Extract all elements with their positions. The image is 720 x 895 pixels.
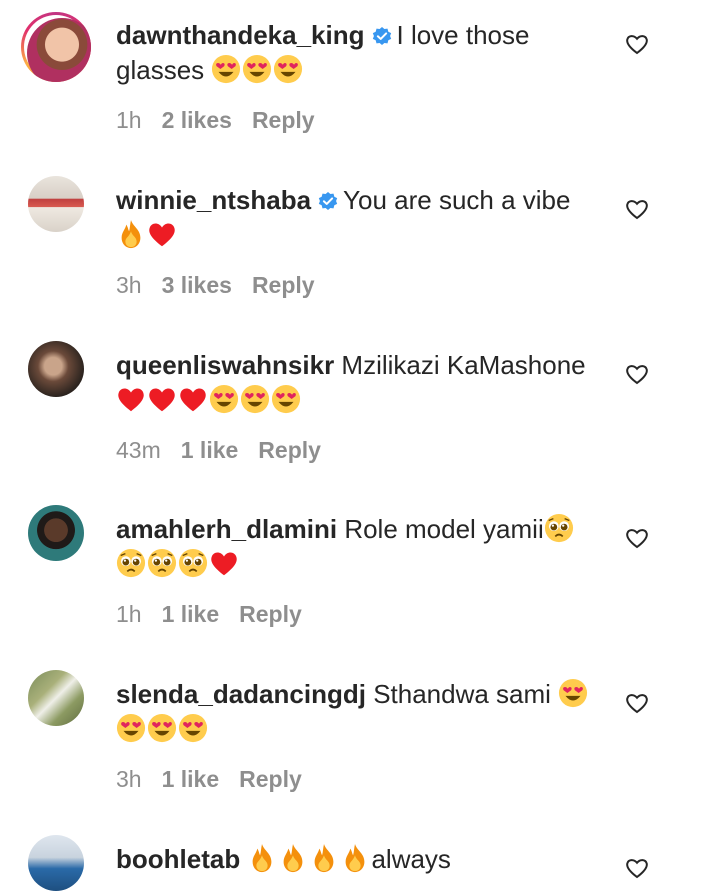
fire-emoji-icon — [247, 843, 277, 873]
comment-likes-count[interactable]: 2 likes — [162, 107, 232, 133]
like-heart-icon[interactable] — [625, 363, 649, 385]
avatar[interactable] — [28, 505, 84, 561]
comment-list: dawnthandeka_king I love those glasses 1h… — [0, 0, 720, 895]
comment-item: winnie_ntshaba You are such a vibe 3h 3 li… — [0, 165, 720, 329]
heart-eyes-emoji-icon — [116, 713, 146, 743]
comment-item: queenliswahnsikr Mzilikazi KaMashone 43m… — [0, 330, 720, 494]
comment-time: 3h — [116, 272, 142, 298]
heart-eyes-emoji-icon — [558, 678, 588, 708]
comment-body: boohletab always — [116, 842, 606, 877]
comment-text: always — [371, 844, 451, 874]
comment-username[interactable]: queenliswahnsikr — [116, 350, 334, 380]
red-heart-emoji-icon — [116, 384, 146, 414]
comment-meta: 3h 1 like Reply — [116, 766, 302, 793]
like-heart-icon[interactable] — [625, 692, 649, 714]
comment-time: 1h — [116, 107, 142, 133]
like-heart-icon[interactable] — [625, 527, 649, 549]
red-heart-emoji-icon — [178, 384, 208, 414]
avatar[interactable] — [28, 835, 84, 891]
comment-time: 3h — [116, 766, 142, 792]
heart-eyes-emoji-icon — [273, 54, 303, 84]
fire-emoji-icon — [340, 843, 370, 873]
comment-body: amahlerh_dlamini Role model yamii — [116, 512, 606, 582]
red-heart-emoji-icon — [147, 384, 177, 414]
reply-button[interactable]: Reply — [252, 272, 315, 298]
comment-text: Mzilikazi KaMashone — [341, 350, 586, 380]
comment-item: dawnthandeka_king I love those glasses 1h… — [0, 0, 720, 164]
comment-username[interactable]: amahlerh_dlamini — [116, 514, 337, 544]
comment-username[interactable]: boohletab — [116, 844, 240, 874]
pleading-face-emoji-icon — [178, 548, 208, 578]
pleading-face-emoji-icon — [147, 548, 177, 578]
comment-likes-count[interactable]: 1 like — [162, 601, 220, 627]
comment-username[interactable]: slenda_dadancingdj — [116, 679, 366, 709]
comment-meta: 43m 1 like Reply — [116, 437, 321, 464]
comment-body: dawnthandeka_king I love those glasses — [116, 18, 606, 88]
like-heart-icon[interactable] — [625, 33, 649, 55]
comment-body: slenda_dadancingdj Sthandwa sami — [116, 677, 606, 747]
fire-emoji-icon — [278, 843, 308, 873]
comment-meta: 1h 1 like Reply — [116, 601, 302, 628]
like-heart-icon[interactable] — [625, 198, 649, 220]
avatar[interactable] — [28, 176, 84, 232]
pleading-face-emoji-icon — [544, 513, 574, 543]
heart-eyes-emoji-icon — [240, 384, 270, 414]
heart-eyes-emoji-icon — [147, 713, 177, 743]
avatar[interactable] — [28, 341, 84, 397]
comment-item: boohletab always — [0, 824, 720, 895]
comment-likes-count[interactable]: 3 likes — [162, 272, 232, 298]
heart-eyes-emoji-icon — [271, 384, 301, 414]
heart-eyes-emoji-icon — [178, 713, 208, 743]
heart-eyes-emoji-icon — [242, 54, 272, 84]
comment-body: winnie_ntshaba You are such a vibe — [116, 183, 606, 253]
heart-eyes-emoji-icon — [211, 54, 241, 84]
reply-button[interactable]: Reply — [239, 601, 302, 627]
like-heart-icon[interactable] — [625, 857, 649, 879]
fire-emoji-icon — [116, 219, 146, 249]
comment-text: You are such a vibe — [343, 185, 571, 215]
comment-meta: 3h 3 likes Reply — [116, 272, 315, 299]
reply-button[interactable]: Reply — [258, 437, 321, 463]
red-heart-emoji-icon — [147, 219, 177, 249]
fire-emoji-icon — [309, 843, 339, 873]
pleading-face-emoji-icon — [116, 548, 146, 578]
reply-button[interactable]: Reply — [252, 107, 315, 133]
comment-username[interactable]: winnie_ntshaba — [116, 185, 311, 215]
comment-text: Sthandwa sami — [373, 679, 551, 709]
avatar[interactable] — [28, 670, 84, 726]
verified-badge-icon — [317, 190, 339, 212]
comment-time: 1h — [116, 601, 142, 627]
red-heart-emoji-icon — [209, 548, 239, 578]
comment-username[interactable]: dawnthandeka_king — [116, 20, 365, 50]
comment-time: 43m — [116, 437, 161, 463]
comment-item: amahlerh_dlamini Role model yamii 1h 1 li… — [0, 494, 720, 658]
comment-likes-count[interactable]: 1 like — [162, 766, 220, 792]
reply-button[interactable]: Reply — [239, 766, 302, 792]
verified-badge-icon — [371, 25, 393, 47]
comment-meta: 1h 2 likes Reply — [116, 107, 315, 134]
avatar[interactable] — [21, 12, 91, 82]
comment-likes-count[interactable]: 1 like — [181, 437, 239, 463]
comment-item: slenda_dadancingdj Sthandwa sami 3h 1 lik… — [0, 659, 720, 823]
comment-text: Role model yamii — [344, 514, 544, 544]
comment-body: queenliswahnsikr Mzilikazi KaMashone — [116, 348, 606, 418]
heart-eyes-emoji-icon — [209, 384, 239, 414]
